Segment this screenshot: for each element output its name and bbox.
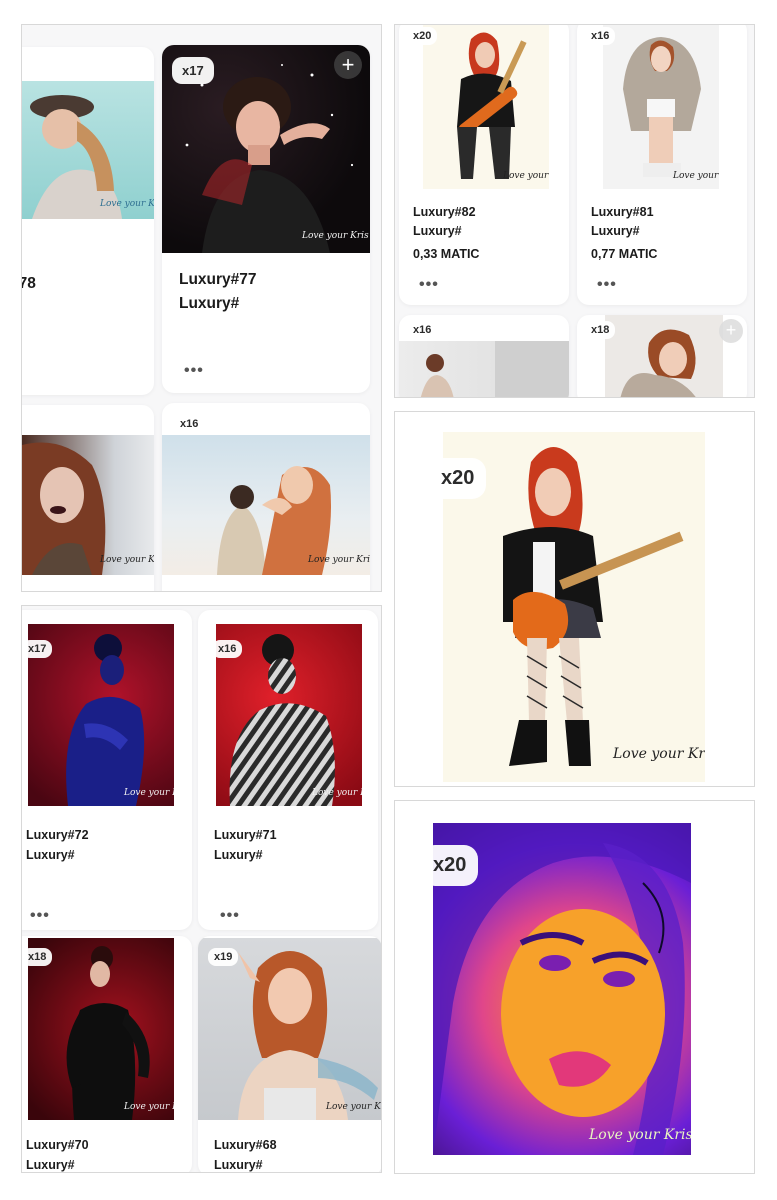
- portrait-figure-icon: [22, 442, 106, 575]
- edition-badge: x20: [421, 845, 479, 886]
- nft-image: Love your Kris: [423, 25, 549, 189]
- nft-card-72[interactable]: Love your Kris x17 Luxury#72 Luxury# •••: [22, 610, 192, 930]
- portrait-figure-icon: [420, 341, 569, 397]
- card-collection: Luxury#: [413, 224, 462, 238]
- nft-image: Love your Kris: [162, 435, 370, 575]
- signature: Love your Kris: [613, 746, 705, 762]
- gallery-panel-bottom-left: Love your Kris x17 Luxury#72 Luxury# •••…: [21, 605, 382, 1173]
- nft-card-small-b[interactable]: x18 +: [577, 315, 747, 397]
- more-options-icon[interactable]: •••: [419, 277, 439, 293]
- card-title: Luxury#71: [214, 828, 277, 842]
- edition-badge: x16: [174, 415, 205, 433]
- nft-card-small-a[interactable]: x16: [399, 315, 569, 397]
- nft-image: Love your Kris: [22, 435, 154, 575]
- nft-card-featured-guitar[interactable]: Love your Kris x20: [401, 418, 747, 782]
- card-title: Luxury#77: [179, 271, 257, 288]
- edition-badge: x16: [407, 321, 438, 339]
- card-title: Luxury#81: [591, 205, 654, 219]
- featured-panel-guitar: Love your Kris x20: [394, 411, 755, 787]
- card-collection: Luxury#: [26, 1158, 75, 1172]
- card-price: 0,33 MATIC: [413, 247, 480, 261]
- card-title: #78: [22, 275, 36, 292]
- guitarist-figure-icon: [457, 32, 527, 179]
- edition-badge: x20: [407, 27, 438, 45]
- add-button[interactable]: +: [334, 51, 362, 79]
- signature: Love your Kris: [326, 1102, 381, 1112]
- more-options-icon[interactable]: •••: [597, 277, 617, 293]
- edition-badge: x18: [22, 948, 53, 966]
- signature: Love your Kris: [100, 555, 154, 565]
- card-title: Luxury#72: [26, 828, 89, 842]
- nft-card-70[interactable]: Love your Kris x18 Luxury#70 Luxury#: [22, 936, 192, 1172]
- portrait-figure-icon: [623, 37, 701, 177]
- edition-badge: x16: [212, 640, 243, 658]
- edition-badge: x19: [208, 948, 239, 966]
- card-collection: Luxury#: [26, 848, 75, 862]
- signature: Love your Kris: [302, 231, 369, 241]
- nft-card-81[interactable]: Love your Kris x16 Luxury#81 Luxury# 0,7…: [577, 25, 747, 305]
- nft-card-mid-right[interactable]: Love your Kris x16: [162, 403, 370, 591]
- gallery-panel-top-left: Love your Kris #78 # Love your Kris x17 …: [21, 24, 382, 592]
- edition-badge: x20: [429, 458, 487, 499]
- signature: Love your Kris: [312, 788, 362, 798]
- card-collection: Luxury#: [591, 224, 640, 238]
- card-title: Luxury#82: [413, 205, 476, 219]
- more-options-icon[interactable]: •••: [184, 363, 204, 379]
- signature: Love your Kris: [124, 1102, 174, 1112]
- card-price: 0,77 MATIC: [591, 247, 658, 261]
- edition-badge: x17: [22, 640, 53, 658]
- nft-card-77[interactable]: Love your Kris x17 + Luxury#77 Luxury# •…: [162, 45, 370, 393]
- nft-card-featured-neon[interactable]: Love your Kris x20: [401, 807, 731, 1169]
- signature: Love your Kris: [503, 171, 549, 181]
- nft-card-82[interactable]: Love your Kris x20 Luxury#82 Luxury# 0,3…: [399, 25, 569, 305]
- card-collection: Luxury#: [214, 1158, 263, 1172]
- gallery-panel-top-right: Love your Kris x20 Luxury#82 Luxury# 0,3…: [394, 24, 755, 398]
- nft-image: Love your Kris: [28, 938, 174, 1120]
- edition-badge: x16: [585, 27, 616, 45]
- nft-image: [399, 341, 569, 397]
- nft-card-68[interactable]: Love your Kris x19 Luxury#68 Luxury#: [198, 936, 381, 1172]
- edition-badge: x18: [585, 321, 616, 339]
- card-title: Luxury#68: [214, 1138, 277, 1152]
- nft-card-mid-left[interactable]: Love your Kris: [22, 405, 154, 591]
- silhouette-figure-icon: [66, 946, 150, 1120]
- featured-panel-neon: Love your Kris x20: [394, 800, 755, 1174]
- nft-card-71[interactable]: Love your Kris x16 Luxury#71 Luxury# •••: [198, 610, 378, 930]
- portrait-figure-icon: [620, 329, 696, 397]
- nft-image: Love your Kris: [603, 25, 719, 189]
- more-options-icon[interactable]: •••: [30, 908, 50, 924]
- card-collection: Luxury#: [179, 295, 240, 312]
- card-collection: Luxury#: [214, 848, 263, 862]
- portrait-figure-icon: [217, 466, 331, 575]
- signature: Love your Kris: [308, 555, 370, 565]
- nft-image: Love your Kris: [22, 81, 154, 219]
- signature: Love your Kris: [124, 788, 174, 798]
- card-title: Luxury#70: [26, 1138, 89, 1152]
- more-options-icon[interactable]: •••: [220, 908, 240, 924]
- signature: Love your Kris: [100, 199, 154, 209]
- add-button[interactable]: +: [719, 319, 743, 343]
- nft-image: [605, 315, 723, 397]
- edition-badge: x17: [172, 57, 214, 84]
- signature: Love your Kris: [589, 1127, 691, 1143]
- nft-card-78[interactable]: Love your Kris #78 #: [22, 47, 154, 395]
- signature: Love your Kris: [673, 171, 719, 181]
